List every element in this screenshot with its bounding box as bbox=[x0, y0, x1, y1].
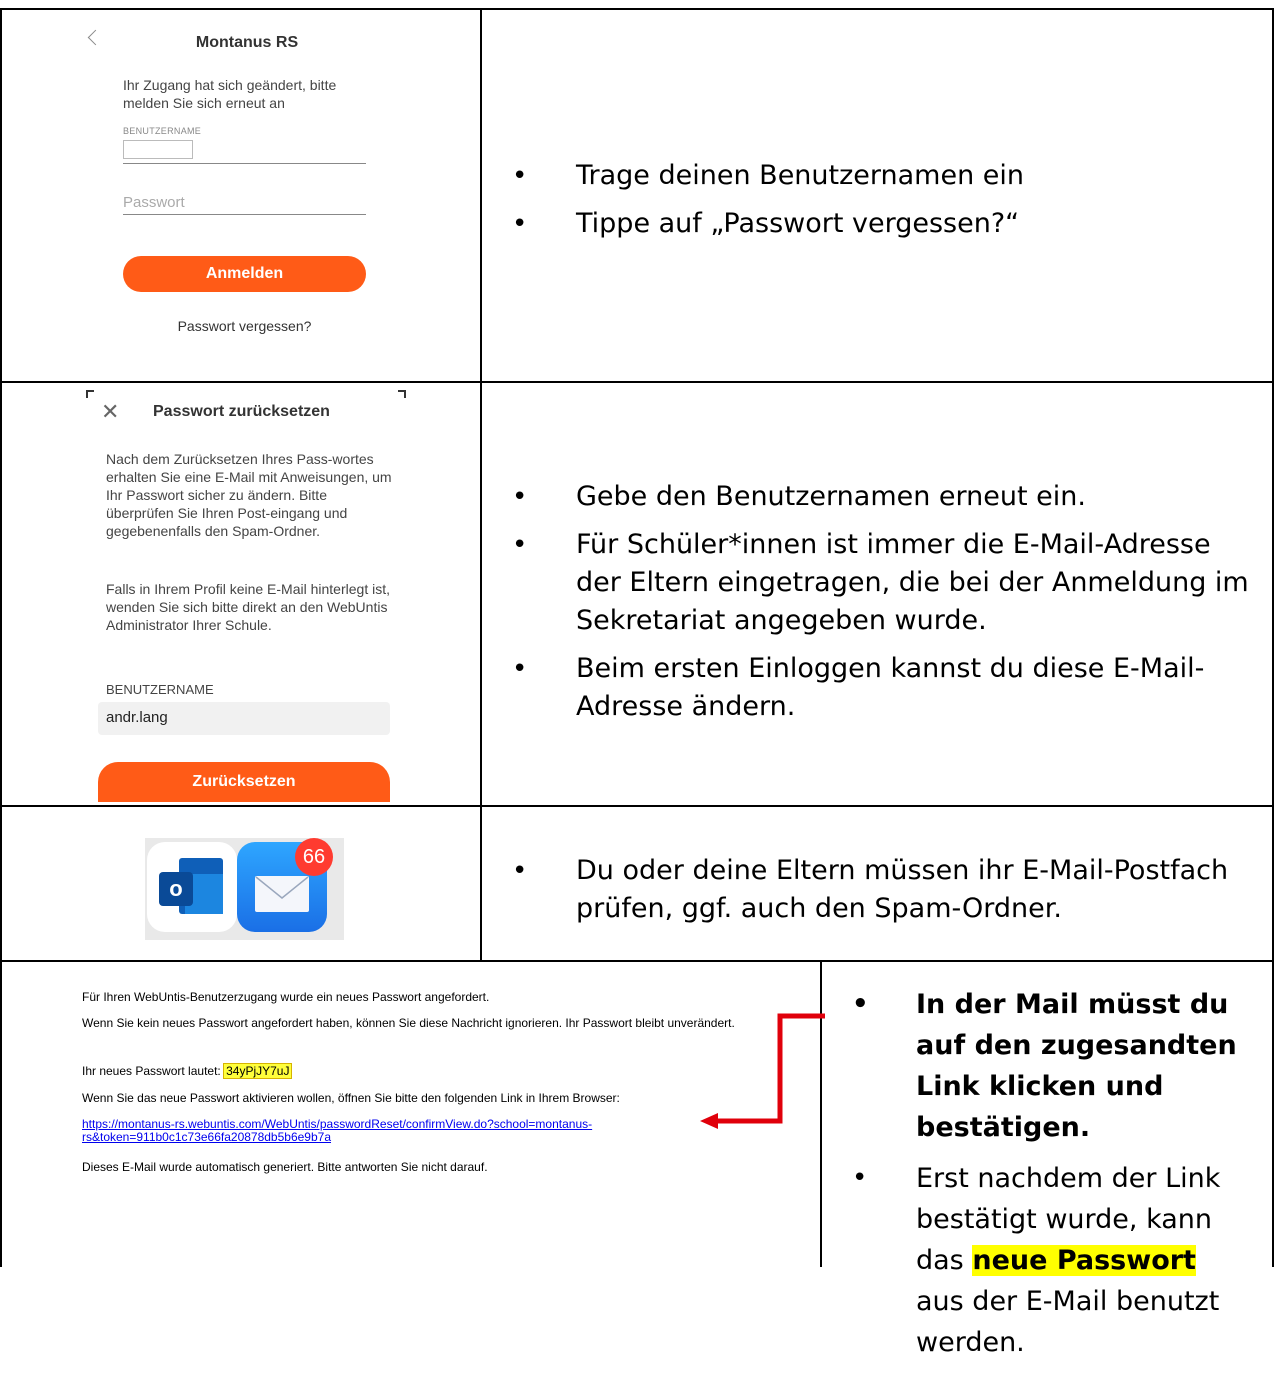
mail-app-icons: o 66 bbox=[145, 838, 344, 940]
password-prefix: Ihr neues Passwort lautet: bbox=[82, 1064, 221, 1078]
close-icon[interactable]: ✕ bbox=[101, 401, 119, 423]
login-button[interactable]: Anmelden bbox=[123, 256, 366, 292]
reset-info-paragraph: Nach dem Zurücksetzen Ihres Pass-wortes … bbox=[106, 451, 392, 539]
table-border-top bbox=[0, 8, 1274, 10]
bullet-item: Trage deinen Benutzernamen ein bbox=[512, 157, 1252, 195]
login-hint: Ihr Zugang hat sich geändert, bitte meld… bbox=[123, 77, 337, 111]
bullet-item: In der Mail müsst du auf den zugesandten… bbox=[852, 984, 1252, 1148]
instructions-step-4: In der Mail müsst du auf den zugesandten… bbox=[852, 984, 1252, 1373]
email-line-2: Wenn Sie kein neues Passwort angefordert… bbox=[82, 1016, 735, 1030]
row-divider-1 bbox=[0, 381, 1274, 383]
bullet-item: Erst nachdem der Link bestätigt wurde, k… bbox=[852, 1158, 1252, 1363]
bullet-item: Für Schüler*innen ist immer die E-Mail-A… bbox=[512, 526, 1257, 640]
instructions-step-1: Trage deinen Benutzernamen ein Tippe auf… bbox=[512, 157, 1252, 253]
table-border-right bbox=[1272, 8, 1274, 1267]
row-divider-2 bbox=[0, 805, 1274, 807]
row-divider-3 bbox=[0, 960, 1274, 962]
bullet-item: Tippe auf „Passwort vergessen?“ bbox=[512, 205, 1252, 243]
bullet-item: Beim ersten Einloggen kannst du diese E-… bbox=[512, 650, 1257, 726]
forgot-password-link[interactable]: Passwort vergessen? bbox=[123, 318, 366, 334]
confirm-link[interactable]: https://montanus-rs.webuntis.com/WebUnti… bbox=[82, 1118, 692, 1144]
email-line-4: Wenn Sie das neue Passwort aktivieren wo… bbox=[82, 1091, 620, 1105]
instructions-step-3: Du oder deine Eltern müssen ihr E-Mail-P… bbox=[512, 852, 1252, 938]
email-password-line: Ihr neues Passwort lautet: 34yPjJY7uJ bbox=[82, 1063, 293, 1079]
crop-corner-right bbox=[398, 390, 406, 398]
new-password-highlight: neue Passwort bbox=[972, 1245, 1196, 1276]
username-input[interactable] bbox=[123, 140, 193, 159]
username-underline bbox=[123, 163, 366, 164]
crop-corner-left bbox=[86, 390, 94, 398]
reset-contact-paragraph: Falls in Ihrem Profil keine E-Mail hinte… bbox=[106, 581, 390, 633]
password-input[interactable]: Passwort bbox=[123, 194, 185, 211]
reset-button[interactable]: Zurücksetzen bbox=[98, 762, 390, 802]
outlook-app-icon[interactable]: o bbox=[147, 842, 237, 932]
new-password-value: 34yPjJY7uJ bbox=[223, 1063, 293, 1079]
app-title: Montanus RS bbox=[195, 34, 299, 51]
password-underline bbox=[123, 214, 366, 215]
column-divider-upper bbox=[480, 8, 482, 962]
login-screenshot: Montanus RS Ihr Zugang hat sich geändert… bbox=[82, 28, 382, 358]
bullet-item: Gebe den Benutzernamen erneut ein. bbox=[512, 478, 1257, 516]
unread-count-badge: 66 bbox=[295, 838, 333, 876]
username-field[interactable]: andr.lang bbox=[98, 702, 390, 735]
instructions-step-2: Gebe den Benutzernamen erneut ein. Für S… bbox=[512, 478, 1257, 736]
reset-title: Passwort zurücksetzen bbox=[153, 403, 330, 420]
username-label: BENUTZERNAME bbox=[123, 126, 202, 136]
email-line-5: Dieses E-Mail wurde automatisch generier… bbox=[82, 1160, 488, 1174]
table-border-left bbox=[0, 8, 2, 1267]
username-label: BENUTZERNAME bbox=[106, 682, 214, 697]
username-value: andr.lang bbox=[106, 709, 168, 726]
email-line-1: Für Ihren WebUntis-Benutzerzugang wurde … bbox=[82, 990, 490, 1004]
bullet-item: Du oder deine Eltern müssen ihr E-Mail-P… bbox=[512, 852, 1252, 928]
red-arrow bbox=[700, 1013, 825, 1129]
